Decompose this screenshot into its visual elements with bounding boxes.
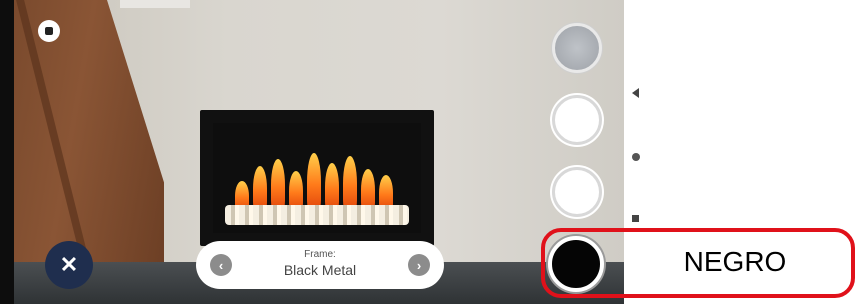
- home-icon[interactable]: [38, 20, 60, 42]
- color-swatch-white[interactable]: [552, 95, 602, 145]
- frame-selector: ‹ Frame: Black Metal ›: [196, 241, 444, 289]
- fireplace-flames: [213, 123, 421, 233]
- fireplace-preview: [200, 110, 434, 246]
- home-circle-icon[interactable]: [632, 153, 640, 161]
- ceiling-strip: [120, 0, 190, 8]
- color-swatch-silver[interactable]: [552, 23, 602, 73]
- color-swatch-white[interactable]: [552, 167, 602, 217]
- status-bar: [0, 0, 14, 304]
- close-button[interactable]: ✕: [45, 241, 93, 289]
- chevron-right-icon: ›: [416, 257, 422, 273]
- next-frame-button[interactable]: ›: [408, 254, 430, 276]
- fireplace-stones: [225, 205, 409, 225]
- frame-label: Frame:: [304, 249, 336, 260]
- recent-apps-icon[interactable]: [632, 215, 639, 222]
- frame-value: Black Metal: [283, 262, 357, 278]
- back-icon[interactable]: [632, 88, 639, 98]
- close-icon: ✕: [59, 252, 79, 277]
- ar-camera-view: ✕ ‹ Frame: Black Metal ›: [0, 0, 624, 304]
- annotation-label: NEGRO: [683, 246, 787, 277]
